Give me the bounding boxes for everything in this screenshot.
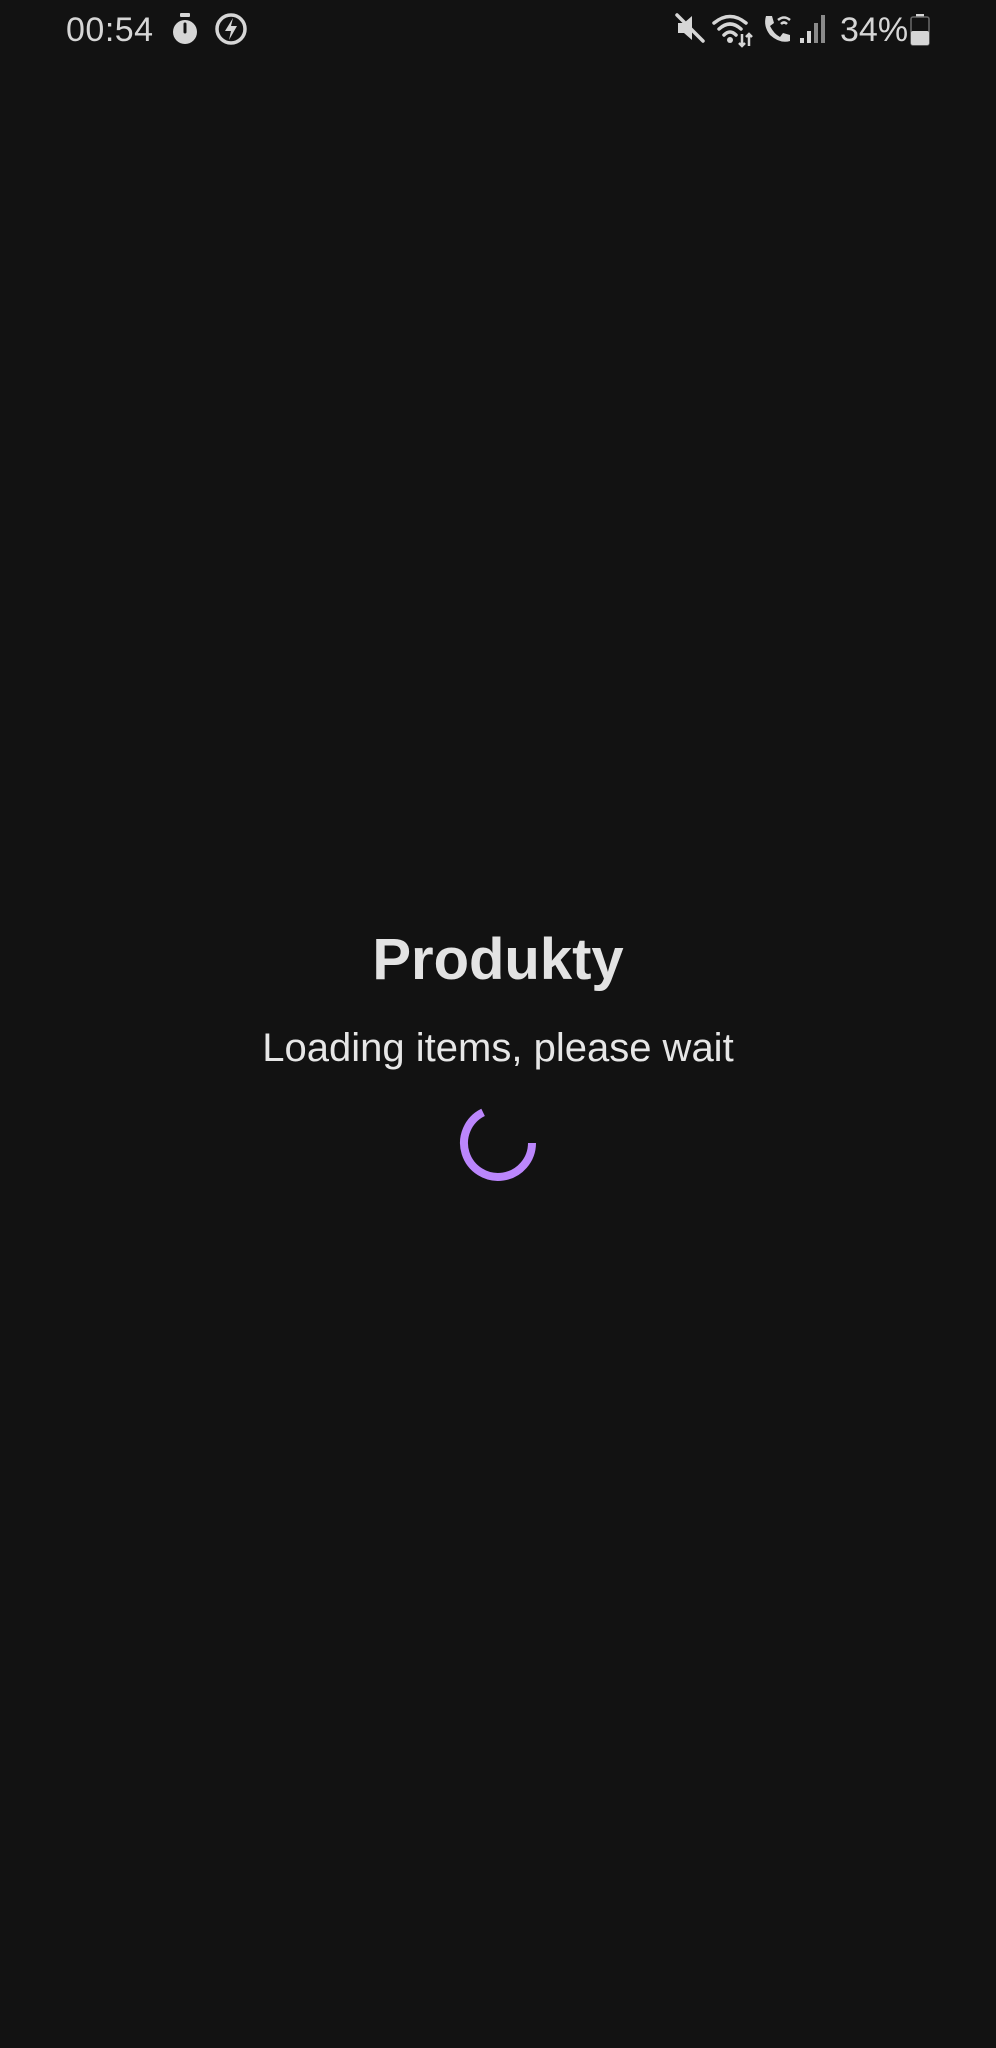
loading-spinner-icon [460,1108,536,1181]
wifi-calling-icon [765,16,791,42]
mute-icon [675,13,705,43]
wifi-icon [712,14,753,48]
status-bar: 00:54 34% [0,0,996,64]
stopwatch-icon [173,13,197,44]
battery-icon [910,14,930,46]
app-screen: 00:54 34% Produkty Loading items, please… [0,0,996,2048]
battery-percent: 34% [840,11,909,49]
loading-container: Produkty Loading items, please wait [0,920,996,1184]
page-title: Produkty [372,927,624,992]
power-saving-icon [215,13,247,45]
loading-message: Loading items, please wait [262,1026,734,1070]
status-time: 00:54 [66,11,154,49]
signal-icon [800,15,825,43]
